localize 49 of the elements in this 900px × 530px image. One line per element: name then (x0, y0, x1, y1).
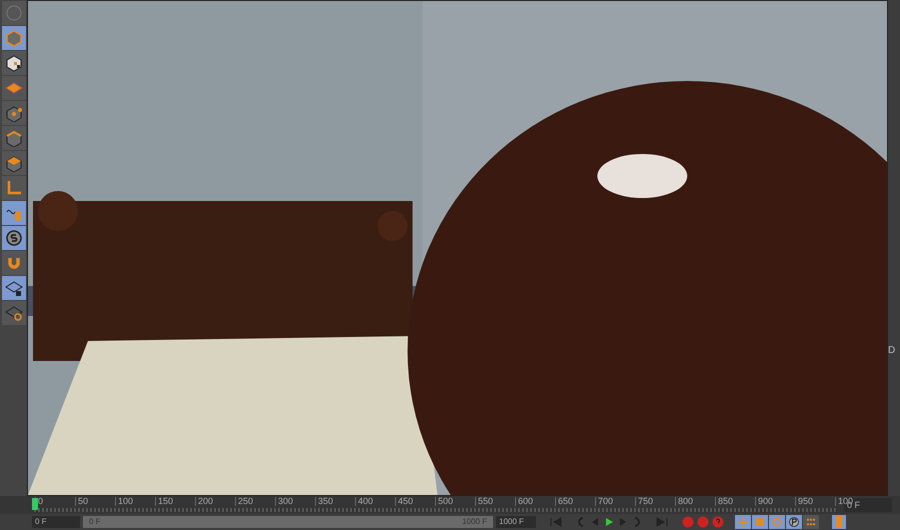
frame-label: 900 (755, 497, 774, 506)
cube-polygons-icon (4, 154, 22, 172)
frame-label: 500 (435, 497, 454, 506)
frame-label: 950 (795, 497, 814, 506)
frame-label: 100 (115, 497, 134, 506)
frame-label: 300 (275, 497, 294, 506)
frame-label: 650 (555, 497, 574, 506)
frame-label: 600 (515, 497, 534, 506)
tool-button[interactable] (2, 301, 26, 325)
frame-label: 850 (715, 497, 734, 506)
grid-lock-icon (4, 279, 22, 297)
end-frame-field[interactable]: 1000 F (496, 516, 536, 528)
rotate-icon (771, 516, 783, 528)
tool-button[interactable] (2, 226, 26, 250)
panel-label: D (888, 346, 896, 356)
help-icon[interactable] (712, 516, 724, 528)
cube-points-icon (4, 104, 22, 122)
tool-button[interactable] (2, 126, 26, 150)
scale-icon (754, 516, 766, 528)
tool-button[interactable] (2, 101, 26, 125)
move-icon (737, 516, 749, 528)
play-icon[interactable] (604, 516, 614, 528)
cube-edges-icon (4, 129, 22, 147)
parameter-icon (788, 516, 800, 528)
range-slider[interactable] (83, 516, 493, 528)
key-tool-button[interactable] (786, 515, 802, 529)
go-to-end-icon[interactable] (655, 516, 669, 528)
frame-label: 700 (595, 497, 614, 506)
record-key-icon[interactable] (682, 516, 694, 528)
tool-button[interactable] (2, 51, 26, 75)
frame-label: 550 (475, 497, 494, 506)
frame-label: 50 (75, 497, 88, 506)
frame-label: 250 (235, 497, 254, 506)
tool-button[interactable] (2, 151, 26, 175)
s-circle-icon (4, 229, 22, 247)
frame-label: 350 (315, 497, 334, 506)
frame-label: 200 (195, 497, 214, 506)
frame-label: 150 (155, 497, 174, 506)
frame-label: 800 (675, 497, 694, 506)
go-to-start-icon[interactable] (549, 516, 563, 528)
grid-loop-icon (4, 304, 22, 322)
start-frame-field[interactable]: 0 F (32, 516, 80, 528)
frame-label: 450 (395, 497, 414, 506)
checkered-cube-icon (4, 54, 22, 72)
dots-icon (805, 516, 817, 528)
tool-button[interactable] (2, 276, 26, 300)
cube-icon (4, 29, 22, 47)
frame-label: 750 (635, 497, 654, 506)
frame-label: 400 (355, 497, 374, 506)
